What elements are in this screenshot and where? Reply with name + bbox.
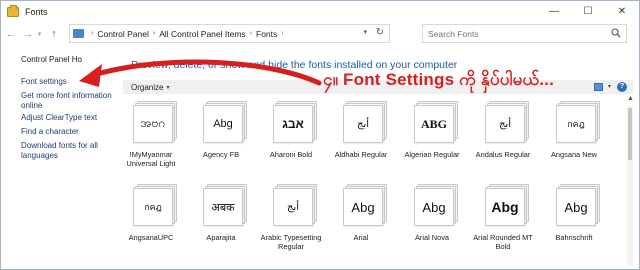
- font-sample: Abg: [213, 118, 233, 130]
- control-panel-icon: [73, 29, 84, 38]
- chevron-down-icon[interactable]: ▾: [608, 83, 611, 90]
- sidebar-link-more-font-info[interactable]: Get more font information online: [21, 91, 116, 111]
- font-file-stack-icon: أبج: [273, 184, 317, 227]
- font-name: Aldhabi Regular: [334, 150, 388, 159]
- font-file-stack-icon: ABG: [414, 101, 458, 144]
- font-sample: أبج: [356, 118, 370, 130]
- font-tile-bahnschrift[interactable]: Abg Bahnschrift: [542, 179, 606, 265]
- search-icon[interactable]: [611, 28, 621, 38]
- sidebar-link-find-character[interactable]: Find a character: [21, 127, 116, 137]
- font-sample: أبج: [286, 201, 300, 213]
- font-file-stack-icon: Abg: [556, 184, 600, 227]
- font-file-stack-icon: အဗဂ: [133, 101, 177, 144]
- title-bar[interactable]: Fonts — ☐ ✕: [1, 1, 639, 22]
- font-sample: กคฎ: [567, 119, 585, 129]
- back-button[interactable]: ←: [4, 24, 18, 44]
- font-sample: Abg: [422, 199, 446, 215]
- font-file-stack-icon: Abg: [203, 101, 247, 144]
- sidebar-link-download-fonts[interactable]: Download fonts for all languages: [21, 141, 116, 161]
- navigation-bar: ← → ▾ ↑ › Control Panel › All Control Pa…: [1, 22, 639, 46]
- vertical-scrollbar[interactable]: [627, 106, 633, 266]
- up-button[interactable]: ↑: [47, 24, 61, 44]
- font-tile-angsana-new[interactable]: กคฎ Angsana New: [542, 96, 606, 182]
- breadcrumb-control-panel[interactable]: Control Panel: [97, 29, 149, 39]
- breadcrumb-separator: ›: [152, 30, 156, 37]
- font-tile-arial-nova[interactable]: Abg Arial Nova: [400, 179, 464, 265]
- sidebar-link-cleartype[interactable]: Adjust ClearType text: [21, 113, 116, 123]
- font-tile-arial[interactable]: Abg Arial: [329, 179, 393, 265]
- font-name: Arabic Typesetting Regular: [260, 233, 322, 251]
- refresh-button[interactable]: ↻: [376, 27, 384, 38]
- font-file-stack-icon: أبج: [343, 101, 387, 144]
- maximize-button[interactable]: ☐: [571, 1, 605, 22]
- control-panel-home-link[interactable]: Control Panel Ho: [21, 55, 82, 64]
- font-sample: אבג: [282, 117, 304, 131]
- font-tile-angsanaupc[interactable]: กคฎ AngsanaUPC: [119, 179, 183, 265]
- fonts-window: Fonts — ☐ ✕ ← → ▾ ↑ › Control Panel › Al…: [0, 0, 640, 270]
- font-tile-arial-rounded-mt-bold[interactable]: Abg Arial Rounded MT Bold: [471, 179, 535, 265]
- font-name: !MyMyanmar Universal Light: [126, 150, 176, 168]
- font-sample: Abg: [491, 199, 519, 215]
- font-file-stack-icon: أبج: [485, 101, 529, 144]
- font-name: Agency FB: [202, 150, 240, 159]
- font-name: Arial Rounded MT Bold: [473, 233, 533, 251]
- font-name: Arial: [353, 233, 369, 242]
- breadcrumb-separator: ›: [249, 30, 252, 37]
- font-name: Aharoni Bold: [269, 150, 313, 159]
- font-file-stack-icon: अबक: [203, 184, 247, 227]
- folder-icon: [7, 4, 19, 17]
- font-name: Bahnschrift: [555, 233, 593, 242]
- font-sample: Abg: [564, 199, 588, 215]
- scroll-up-button[interactable]: ▲: [627, 95, 634, 102]
- font-sample: กคฎ: [144, 202, 162, 212]
- chevron-down-icon[interactable]: ▾: [166, 84, 169, 91]
- view-options-icon[interactable]: [594, 83, 603, 91]
- sidebar-link-font-settings[interactable]: Font settings: [21, 77, 116, 87]
- breadcrumb-separator: ›: [281, 30, 284, 37]
- font-file-stack-icon: กคฎ: [133, 184, 177, 227]
- font-tile-aharoni-bold[interactable]: אבג Aharoni Bold: [259, 96, 323, 182]
- font-name: Aparajita: [206, 233, 236, 242]
- annotation-callout: ၄။ Font Settings ကို နှိပ်ပါမယ်...: [323, 70, 555, 89]
- font-name: Algerian Regular: [404, 150, 460, 159]
- font-sample: Abg: [351, 199, 375, 215]
- font-file-stack-icon: กคฎ: [556, 101, 600, 144]
- address-dropdown-button[interactable]: ▾: [363, 28, 367, 36]
- breadcrumb-all-items[interactable]: All Control Panel Items: [159, 29, 245, 39]
- font-tile-aldhabi[interactable]: أبج Aldhabi Regular: [329, 96, 393, 182]
- forward-button[interactable]: →: [21, 24, 35, 44]
- window-controls: — ☐ ✕: [537, 1, 639, 22]
- scrollbar-thumb[interactable]: [628, 108, 632, 160]
- close-button[interactable]: ✕: [605, 1, 639, 22]
- font-file-stack-icon: אבג: [273, 101, 317, 144]
- font-name: Angsana New: [550, 150, 597, 159]
- breadcrumb-fonts[interactable]: Fonts: [256, 29, 277, 39]
- address-bar[interactable]: › Control Panel › All Control Panel Item…: [69, 24, 390, 43]
- search-input[interactable]: [428, 28, 608, 39]
- search-box[interactable]: [422, 24, 627, 43]
- font-tile-andalus[interactable]: أبج Andalus Regular: [471, 96, 535, 182]
- font-name: AngsanaUPC: [128, 233, 174, 242]
- font-file-stack-icon: Abg: [485, 184, 529, 227]
- font-name: Andalus Regular: [475, 150, 531, 159]
- font-tile-aparajita[interactable]: अबक Aparajita: [189, 179, 253, 265]
- organize-button[interactable]: Organize: [131, 83, 163, 92]
- font-sample: अबक: [211, 201, 235, 214]
- font-tile-mymyanmar[interactable]: အဗဂ !MyMyanmar Universal Light: [119, 96, 183, 182]
- font-tile-algerian[interactable]: ABG Algerian Regular: [400, 96, 464, 182]
- font-sample: အဗဂ: [140, 116, 166, 130]
- font-file-stack-icon: Abg: [414, 184, 458, 227]
- help-icon[interactable]: ?: [617, 82, 627, 92]
- minimize-button[interactable]: —: [537, 1, 571, 22]
- font-name: Arial Nova: [414, 233, 450, 242]
- font-file-stack-icon: Abg: [343, 184, 387, 227]
- font-tile-arabic-typesetting[interactable]: أبج Arabic Typesetting Regular: [259, 179, 323, 265]
- font-sample: أبج: [498, 118, 512, 130]
- font-tile-agency-fb[interactable]: Abg Agency FB: [189, 96, 253, 182]
- font-sample: ABG: [420, 116, 447, 131]
- sidebar: Control Panel Ho Font settings Get more …: [1, 46, 119, 269]
- recent-locations-dropdown[interactable]: ▾: [35, 24, 44, 44]
- breadcrumb-separator: ›: [91, 30, 94, 37]
- window-title: Fonts: [25, 6, 48, 17]
